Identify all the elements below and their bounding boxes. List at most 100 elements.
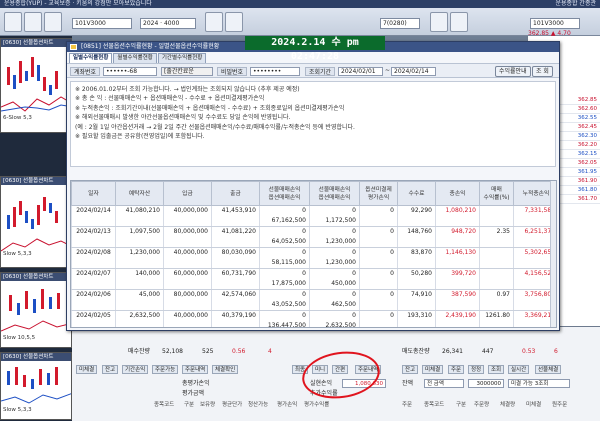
toolbar-button-3[interactable] [44,12,62,32]
date-to-input[interactable]: 2024/02/14 [391,67,436,76]
account-number-input[interactable]: ••••••-68 [103,67,157,76]
toolbar-button-1[interactable] [4,12,22,32]
sell-pct: 0.53 [522,348,536,355]
grid-cell: 0 [359,310,398,321]
tab-monthly-return[interactable]: 월별수익률현황 [113,53,157,63]
grid-cell: 1,146,130 [435,247,480,258]
toolbar-combo-1[interactable]: 101V3000 [72,18,132,29]
table-row[interactable]: 2024/02/05 2,632,500 40,000,000 40,379,190 0… [71,310,556,321]
left-chart-panel[interactable]: [0630] 선물옵션차트 Slow 10,5,5 [0,272,72,348]
buy-remaining-count: 525 [202,348,214,355]
toolbar-button-5[interactable] [225,12,243,32]
grid-cell: 42,574,060 [211,289,260,300]
table-row[interactable]: 2024/02/08 1,230,000 40,000,000 80,030,090 0… [71,247,556,258]
grid-cell: 0 [309,247,360,258]
tab-daily-return[interactable]: 일별수익률현황 [69,53,113,63]
right-field-open[interactable]: 미결 가능 3조회 [508,379,570,388]
grid-cell: 1,172,500 [309,216,360,227]
table-row-sub[interactable]: 136,447,500 2,632,500 [71,321,556,327]
grid-column-header[interactable]: 매매 수익률(%) [479,181,514,206]
grid-column-header[interactable]: 총손익 [435,181,480,206]
tab-order-history[interactable]: 주문내역 [182,365,209,374]
toolbar-button-4[interactable] [205,12,223,32]
grid-column-header[interactable]: 선물매매손익 옵션매매손익 [309,181,360,206]
grid-cell [479,247,514,258]
tab-right-order[interactable]: 주문 [448,365,465,374]
query-button[interactable]: 조 회 [532,66,553,77]
toolbar-button-6[interactable] [430,12,448,32]
grid-cell: 40,379,190 [211,310,260,321]
grid-cell [435,216,480,227]
candle-chart [1,367,71,404]
table-row[interactable]: 2024/02/07 140,000 60,000,000 60,731,790 0 0 0… [71,268,556,279]
toolbar-button-2[interactable] [24,12,42,32]
grid-cell: 0 [309,226,360,237]
table-row-sub[interactable]: 67,162,500 1,172,500 [71,216,556,227]
left-chart-panel[interactable]: [0630] 선물옵션차트 Slow 5,3,3 [0,176,72,268]
toolbar-combo-3[interactable]: 7(0280) [380,18,420,29]
grid-cell [479,237,514,248]
toolbar-combo-2[interactable]: 2024 · 4000 [140,18,196,29]
right-field-amount[interactable]: 전 금액 [424,379,464,388]
table-row-sub[interactable]: 43,052,500 462,500 [71,300,556,311]
right-field-value[interactable]: 3000000 [468,379,504,388]
date-from-input[interactable]: 2024/02/01 [338,67,383,76]
return-status-dialog: [0851] 선물옵션수익률현황 - 일별선물옵션수익률현황 일별수익률현황 월별… [66,41,560,331]
grid-column-header[interactable]: 예탁자산 [115,181,164,206]
grid-cell [115,321,164,327]
left-chart-column: [0630] 선물옵션차트 6-Slow 5,3 [0630] 선물옵션차트 S… [0,36,72,421]
tab-right-balance[interactable]: 잔고 [402,365,419,374]
buy-remaining-label: 매수잔량 [128,348,151,355]
terminal-title-bar: 운용종합(YUP) - 교육보증 · 키움의 강점만 모아보았습니다 운용종합 … [0,0,600,8]
tab-right-realtime[interactable]: 실시간 [508,365,530,374]
grid-cell [479,300,514,311]
table-row-sub[interactable]: 17,875,000 450,000 [71,279,556,290]
tab-right-query[interactable]: 조회 [488,365,505,374]
grid-column-header[interactable]: 옵션미결제 평가손익 [359,181,398,206]
tab-period-return[interactable]: 기간별수익률현황 [157,53,207,63]
grid-cell: 0 [309,268,360,279]
grid-column-header[interactable]: 수수료 [397,181,436,206]
password-input[interactable]: •••••••• [250,67,300,76]
tab-right-unfilled[interactable]: 미체결 [422,365,444,374]
grid-cell [479,205,514,216]
grid-cell: 40,000,000 [163,310,212,321]
period-label: 조회기간 [305,67,336,76]
grid-cell: 41,080,210 [115,205,164,216]
tab-right-futures-fill[interactable]: 선물체결 [535,365,562,374]
grid-cell [359,216,398,227]
grid-cell [163,237,212,248]
grid-cell [211,279,260,290]
tab-fill-check[interactable]: 체결확인 [212,365,239,374]
grid-cell [163,279,212,290]
balance-col-type: 구분 [184,402,195,408]
toolbar-button-7[interactable] [450,12,468,32]
grid-column-header[interactable]: 선물매매손익 옵션매매손익 [259,181,310,206]
grid-cell: 41,453,910 [211,205,260,216]
grid-scrollbar[interactable] [550,181,556,327]
table-row-sub[interactable]: 64,052,500 1,230,000 [71,237,556,248]
tab-period-pl[interactable]: 기간손익 [122,365,149,374]
tab-unfilled[interactable]: 미체결 [76,365,98,374]
toolbar-combo-4[interactable]: 101V3000 [530,18,580,29]
tab-right-modify[interactable]: 정정 [468,365,485,374]
grid-cell: 0 [359,226,398,237]
grid-cell: 136,447,500 [259,321,310,327]
left-chart-panel[interactable]: [0630] 선물옵션차트 6-Slow 5,3 [0,38,72,133]
grid-column-header[interactable]: 출금 [211,181,260,206]
table-row[interactable]: 2024/02/14 41,080,210 40,000,000 41,453,910… [71,205,556,216]
left-chart-panel[interactable]: [0630] 선물옵션차트 Slow 5,3,3 [0,352,72,420]
grid-cell [211,237,260,248]
table-row[interactable]: 2024/02/13 1,097,500 80,000,000 41,081,220 0… [71,226,556,237]
table-row-sub[interactable]: 58,115,000 1,230,000 [71,258,556,269]
grid-cell [479,279,514,290]
notice-line: (예 : 2월 1일 야간옵션거래 → 2월 2일 주간 선물옵션매매손익/수수… [75,123,355,131]
tab-orderable[interactable]: 주문가능 [152,365,179,374]
grid-cell [71,321,116,327]
tab-balance[interactable]: 잔고 [102,365,119,374]
grid-column-header[interactable]: 일자 [71,181,116,206]
sell-total-count: 447 [482,348,494,355]
table-row[interactable]: 2024/02/06 45,000 80,000,000 42,574,060 0 0 0 7… [71,289,556,300]
grid-column-header[interactable]: 입금 [163,181,212,206]
return-guide-button[interactable]: 수익률안내 [495,66,531,77]
